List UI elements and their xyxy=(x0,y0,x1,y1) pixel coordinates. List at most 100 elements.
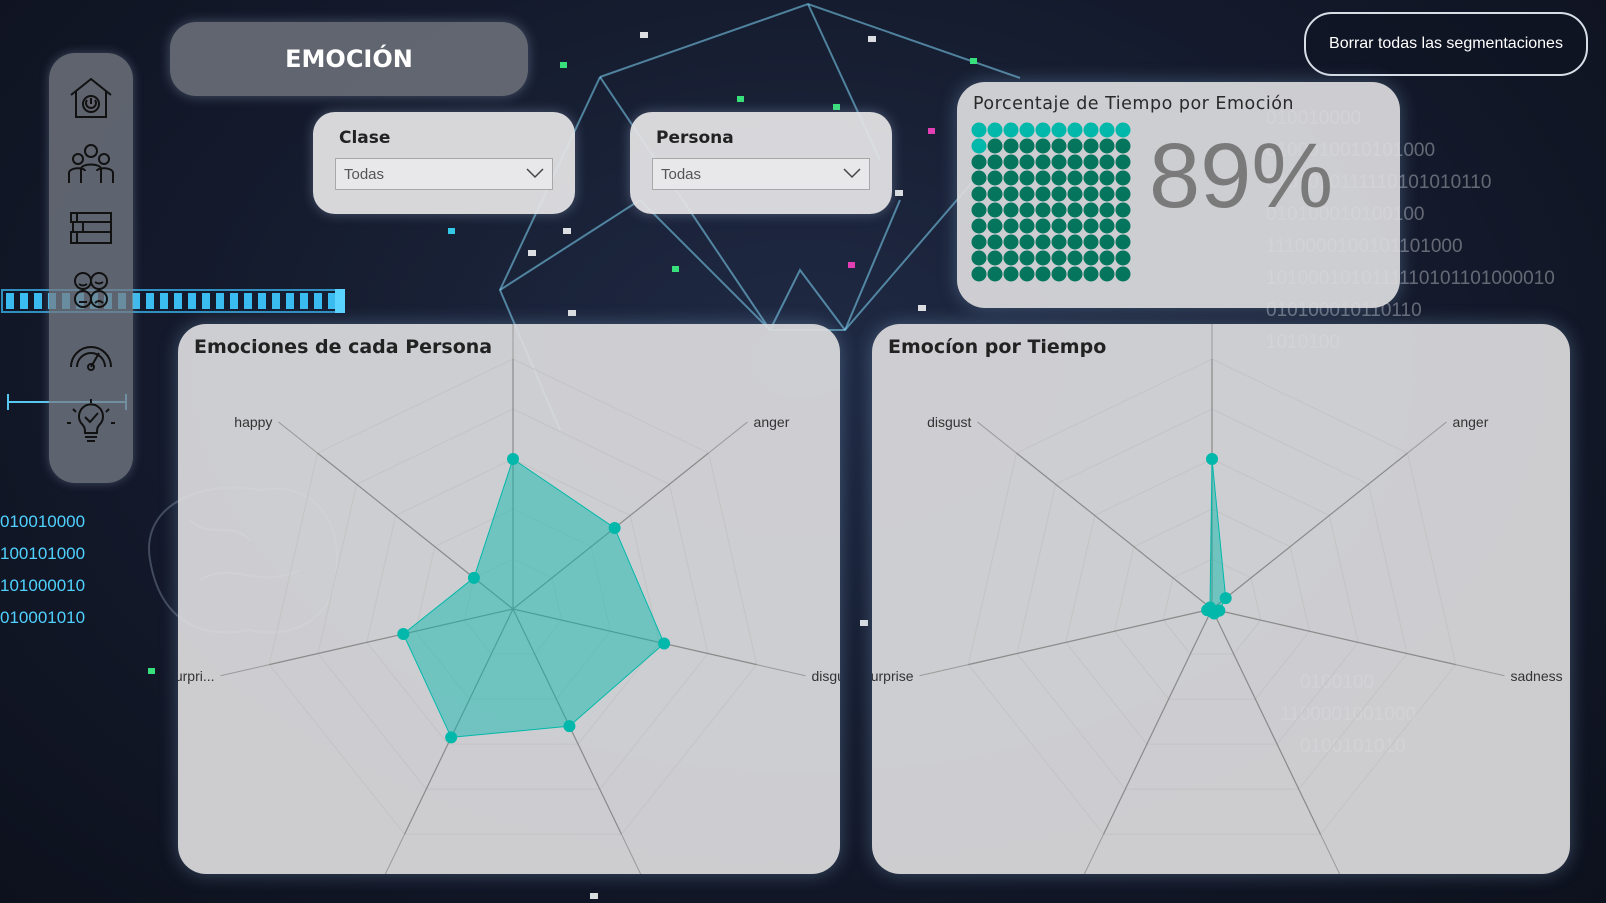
bg-bar xyxy=(132,293,140,309)
waffle-dot-value xyxy=(1051,186,1067,202)
page-title: EMOCIÓN xyxy=(170,22,528,96)
waffle-dot-value xyxy=(1067,266,1083,282)
persona-value: Todas xyxy=(661,166,702,183)
radar-point[interactable] xyxy=(507,453,519,465)
binary-left-1: 100101000 xyxy=(0,544,85,563)
persona-label: Persona xyxy=(656,128,734,148)
waffle-dot-value xyxy=(1003,170,1019,186)
waffle-dot-other xyxy=(1051,122,1067,138)
radar-point[interactable] xyxy=(1219,592,1232,605)
waffle-dot-value xyxy=(1083,218,1099,234)
books-icon[interactable] xyxy=(61,203,121,257)
radar-axis xyxy=(1102,608,1213,835)
waffle-dot-value xyxy=(1115,250,1131,266)
radar-leader xyxy=(977,421,1017,454)
waffle-dot-value xyxy=(1115,202,1131,218)
waffle-dot-value xyxy=(1051,138,1067,154)
bg-bar xyxy=(244,293,252,309)
waffle-dot-value xyxy=(971,218,987,234)
radar-leader xyxy=(278,421,318,454)
speedometer-icon[interactable] xyxy=(61,331,121,385)
radar-axis-label: fear xyxy=(353,871,377,874)
waffle-dot-value xyxy=(1099,218,1115,234)
waffle-dot-value xyxy=(1083,202,1099,218)
radar-axis-label: disgust xyxy=(811,668,840,684)
waffle-dot-value xyxy=(1051,250,1067,266)
radar-point[interactable] xyxy=(563,720,576,733)
radar-point[interactable] xyxy=(445,731,458,744)
radar-axis-label: happy xyxy=(234,414,272,430)
persona-slicer: Persona Todas xyxy=(630,112,892,214)
bg-bar-end xyxy=(335,289,345,313)
waffle-dot-value xyxy=(1083,170,1099,186)
clase-dropdown[interactable]: Todas xyxy=(335,158,553,190)
bg-bar xyxy=(230,293,238,309)
waffle-dot-value xyxy=(1003,234,1019,250)
chevron-down-icon xyxy=(526,168,544,179)
emotions-faces-icon[interactable] xyxy=(61,267,121,321)
radar-chart-tiempo: contemptangersadnessfearhappysurprisedis… xyxy=(872,324,1563,874)
radar-point[interactable] xyxy=(1204,601,1217,614)
radar-leader xyxy=(1320,834,1341,874)
waffle-dot-value xyxy=(1051,234,1067,250)
waffle-dot-value xyxy=(1003,138,1019,154)
waffle-dot-value xyxy=(1115,218,1131,234)
waffle-dot-value xyxy=(1035,202,1051,218)
home-icon[interactable] xyxy=(61,71,121,125)
waffle-dot-value xyxy=(1083,234,1099,250)
waffle-dot-value xyxy=(1115,138,1131,154)
waffle-dot-other xyxy=(1083,122,1099,138)
bg-bar xyxy=(216,293,224,309)
bg-bar xyxy=(188,293,196,309)
waffle-dot-value xyxy=(1083,186,1099,202)
radar-leader xyxy=(1455,664,1505,677)
waffle-dot-value xyxy=(1035,250,1051,266)
people-group-icon[interactable] xyxy=(61,137,121,191)
waffle-dot-value xyxy=(1067,202,1083,218)
radar-area xyxy=(402,458,665,738)
radar-axis-label: happy xyxy=(1038,871,1076,874)
waffle-dot-value xyxy=(1035,218,1051,234)
clear-filters-button[interactable]: Borrar todas las segmentaciones xyxy=(1304,12,1588,76)
lightbulb-check-icon[interactable] xyxy=(61,395,121,449)
radar-point[interactable] xyxy=(1206,453,1218,465)
waffle-dot-value xyxy=(1067,170,1083,186)
radar-axis-label: surpri... xyxy=(178,668,215,684)
bg-bar xyxy=(258,293,266,309)
waffle-dot-value xyxy=(1019,170,1035,186)
radar-point[interactable] xyxy=(608,521,621,534)
persona-dropdown[interactable]: Todas xyxy=(652,158,870,190)
radar-point[interactable] xyxy=(467,571,480,584)
radar-leader xyxy=(919,664,969,677)
radar-axis-label: disgust xyxy=(927,414,971,430)
radar-axis xyxy=(1211,608,1322,835)
kpi-card: Porcentaje de Tiempo por Emoción 89% xyxy=(957,82,1400,308)
radar-axis xyxy=(968,608,1213,666)
waffle-dot-value xyxy=(1035,186,1051,202)
waffle-dot-value xyxy=(987,234,1003,250)
bg-bar xyxy=(300,293,308,309)
waffle-dot-value xyxy=(987,266,1003,282)
waffle-dot-value xyxy=(1067,234,1083,250)
binary-left-2: 101000010 xyxy=(0,576,85,595)
waffle-dot-value xyxy=(1003,266,1019,282)
waffle-dot-value xyxy=(1019,234,1035,250)
waffle-dot-other xyxy=(1019,122,1035,138)
waffle-dot-value xyxy=(1003,154,1019,170)
waffle-dot-value xyxy=(987,202,1003,218)
waffle-dot-value xyxy=(971,234,987,250)
waffle-dot-value xyxy=(1035,266,1051,282)
waffle-dot-value xyxy=(1035,170,1051,186)
radar-point[interactable] xyxy=(658,637,671,650)
radar-leader xyxy=(220,664,270,677)
radar-axis-label: sadness xyxy=(649,871,701,874)
radar-leader xyxy=(708,421,748,454)
radar-point[interactable] xyxy=(397,628,410,641)
waffle-dot-value xyxy=(1099,138,1115,154)
waffle-dot-value xyxy=(987,170,1003,186)
waffle-dot-value xyxy=(1099,250,1115,266)
waffle-dot-value xyxy=(1019,250,1035,266)
waffle-dot-value xyxy=(1035,234,1051,250)
bg-bar xyxy=(146,293,154,309)
waffle-dot-value xyxy=(1051,202,1067,218)
